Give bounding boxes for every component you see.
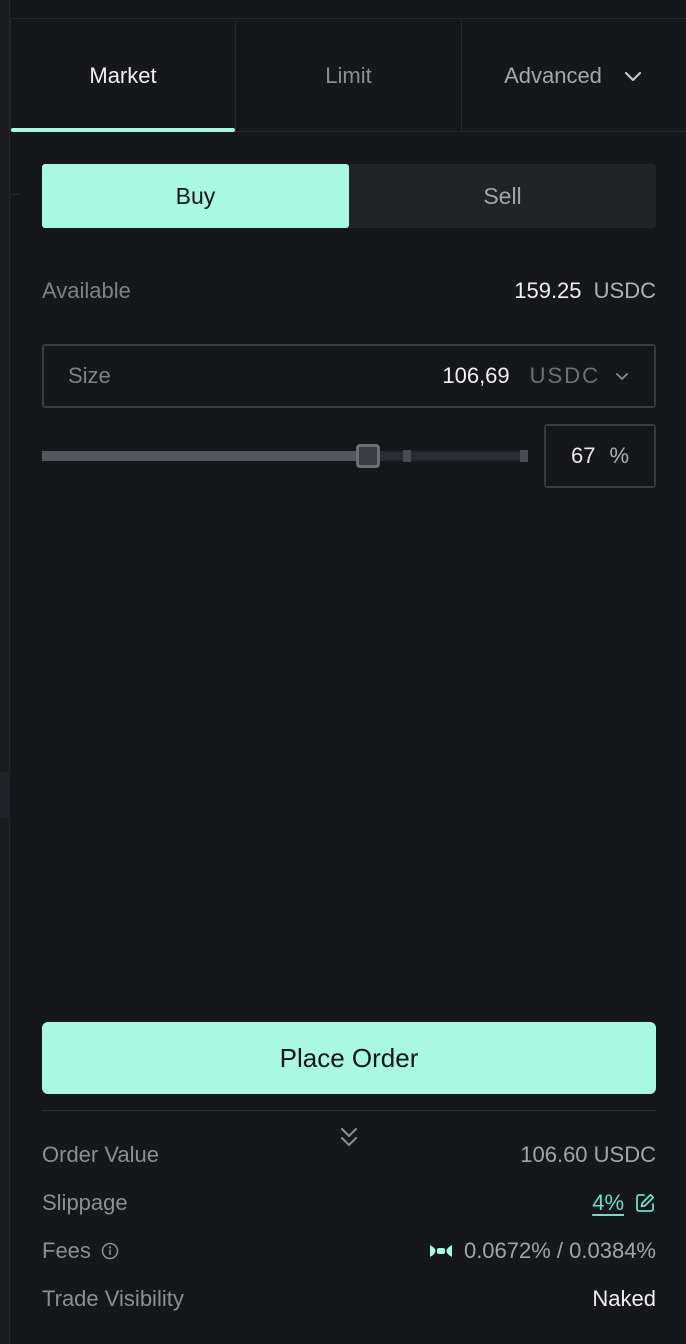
trade-visibility-label: Trade Visibility — [42, 1286, 184, 1311]
slider-tick-75 — [403, 450, 411, 462]
available-value: 159.25 — [514, 278, 582, 303]
left-edge-panel — [0, 0, 10, 1344]
order-type-tabs: Market Limit Advanced — [10, 20, 686, 132]
left-edge-notch — [0, 772, 10, 818]
fees-row: Fees 0.0672% / 0.0384% — [42, 1234, 656, 1268]
fees-label: Fees — [42, 1238, 91, 1263]
percent-symbol: % — [609, 443, 630, 468]
tab-advanced[interactable]: Advanced — [462, 20, 686, 132]
size-input[interactable]: Size 106,69 USDC — [42, 344, 656, 408]
trade-visibility-row: Trade Visibility Naked — [42, 1282, 656, 1316]
tab-limit-label: Limit — [325, 62, 372, 88]
size-slider[interactable] — [42, 440, 528, 472]
tab-limit[interactable]: Limit — [236, 20, 462, 132]
sell-button[interactable]: Sell — [349, 164, 656, 228]
size-unit-select[interactable]: USDC — [530, 363, 630, 389]
available-balance-row: Available 159.25 USDC — [42, 272, 656, 310]
fees-value: 0.0672% / 0.0384% — [463, 1238, 656, 1263]
slippage-value-group: 4% — [592, 1190, 656, 1216]
slippage-value-link[interactable]: 4% — [592, 1190, 624, 1216]
slider-tick-100 — [520, 450, 528, 462]
buy-button[interactable]: Buy — [42, 164, 349, 228]
slippage-label: Slippage — [42, 1190, 128, 1215]
active-tab-indicator — [11, 128, 235, 132]
buy-sell-toggle: Buy Sell — [42, 164, 656, 228]
place-order-button[interactable]: Place Order — [42, 1022, 656, 1094]
slippage-row: Slippage 4% — [42, 1186, 656, 1220]
tab-advanced-label: Advanced — [504, 62, 602, 88]
edit-icon[interactable] — [634, 1192, 656, 1214]
size-unit-label: USDC — [529, 363, 600, 388]
summary-divider — [42, 1110, 656, 1111]
fees-label-group: Fees — [42, 1238, 119, 1264]
slider-fill — [42, 451, 368, 461]
tab-market-label: Market — [89, 62, 157, 88]
order-value-label: Order Value — [42, 1142, 159, 1167]
tab-market[interactable]: Market — [10, 20, 236, 132]
trade-visibility-value[interactable]: Naked — [592, 1286, 656, 1312]
chevron-down-icon — [624, 71, 642, 81]
fees-value-group: 0.0672% / 0.0384% — [428, 1238, 656, 1264]
order-value-row: Order Value 106.60 USDC — [42, 1138, 656, 1172]
percent-value: 67 — [570, 443, 596, 468]
info-icon[interactable] — [101, 1242, 119, 1260]
available-label: Available — [42, 278, 131, 303]
size-value[interactable]: 106,69 — [442, 363, 509, 389]
chevron-down-icon — [616, 373, 628, 380]
top-divider — [10, 18, 686, 19]
order-value: 106.60 USDC — [520, 1142, 656, 1167]
percent-input[interactable]: 67 % — [544, 424, 656, 488]
size-label: Size — [68, 363, 111, 388]
left-divider — [10, 194, 20, 195]
slider-thumb[interactable] — [356, 444, 380, 468]
order-panel: Market Limit Advanced Buy Sell Available… — [0, 0, 686, 1344]
available-unit: USDC — [593, 278, 656, 303]
fee-tier-icon — [429, 1245, 452, 1257]
available-value-group: 159.25 USDC — [514, 278, 656, 304]
